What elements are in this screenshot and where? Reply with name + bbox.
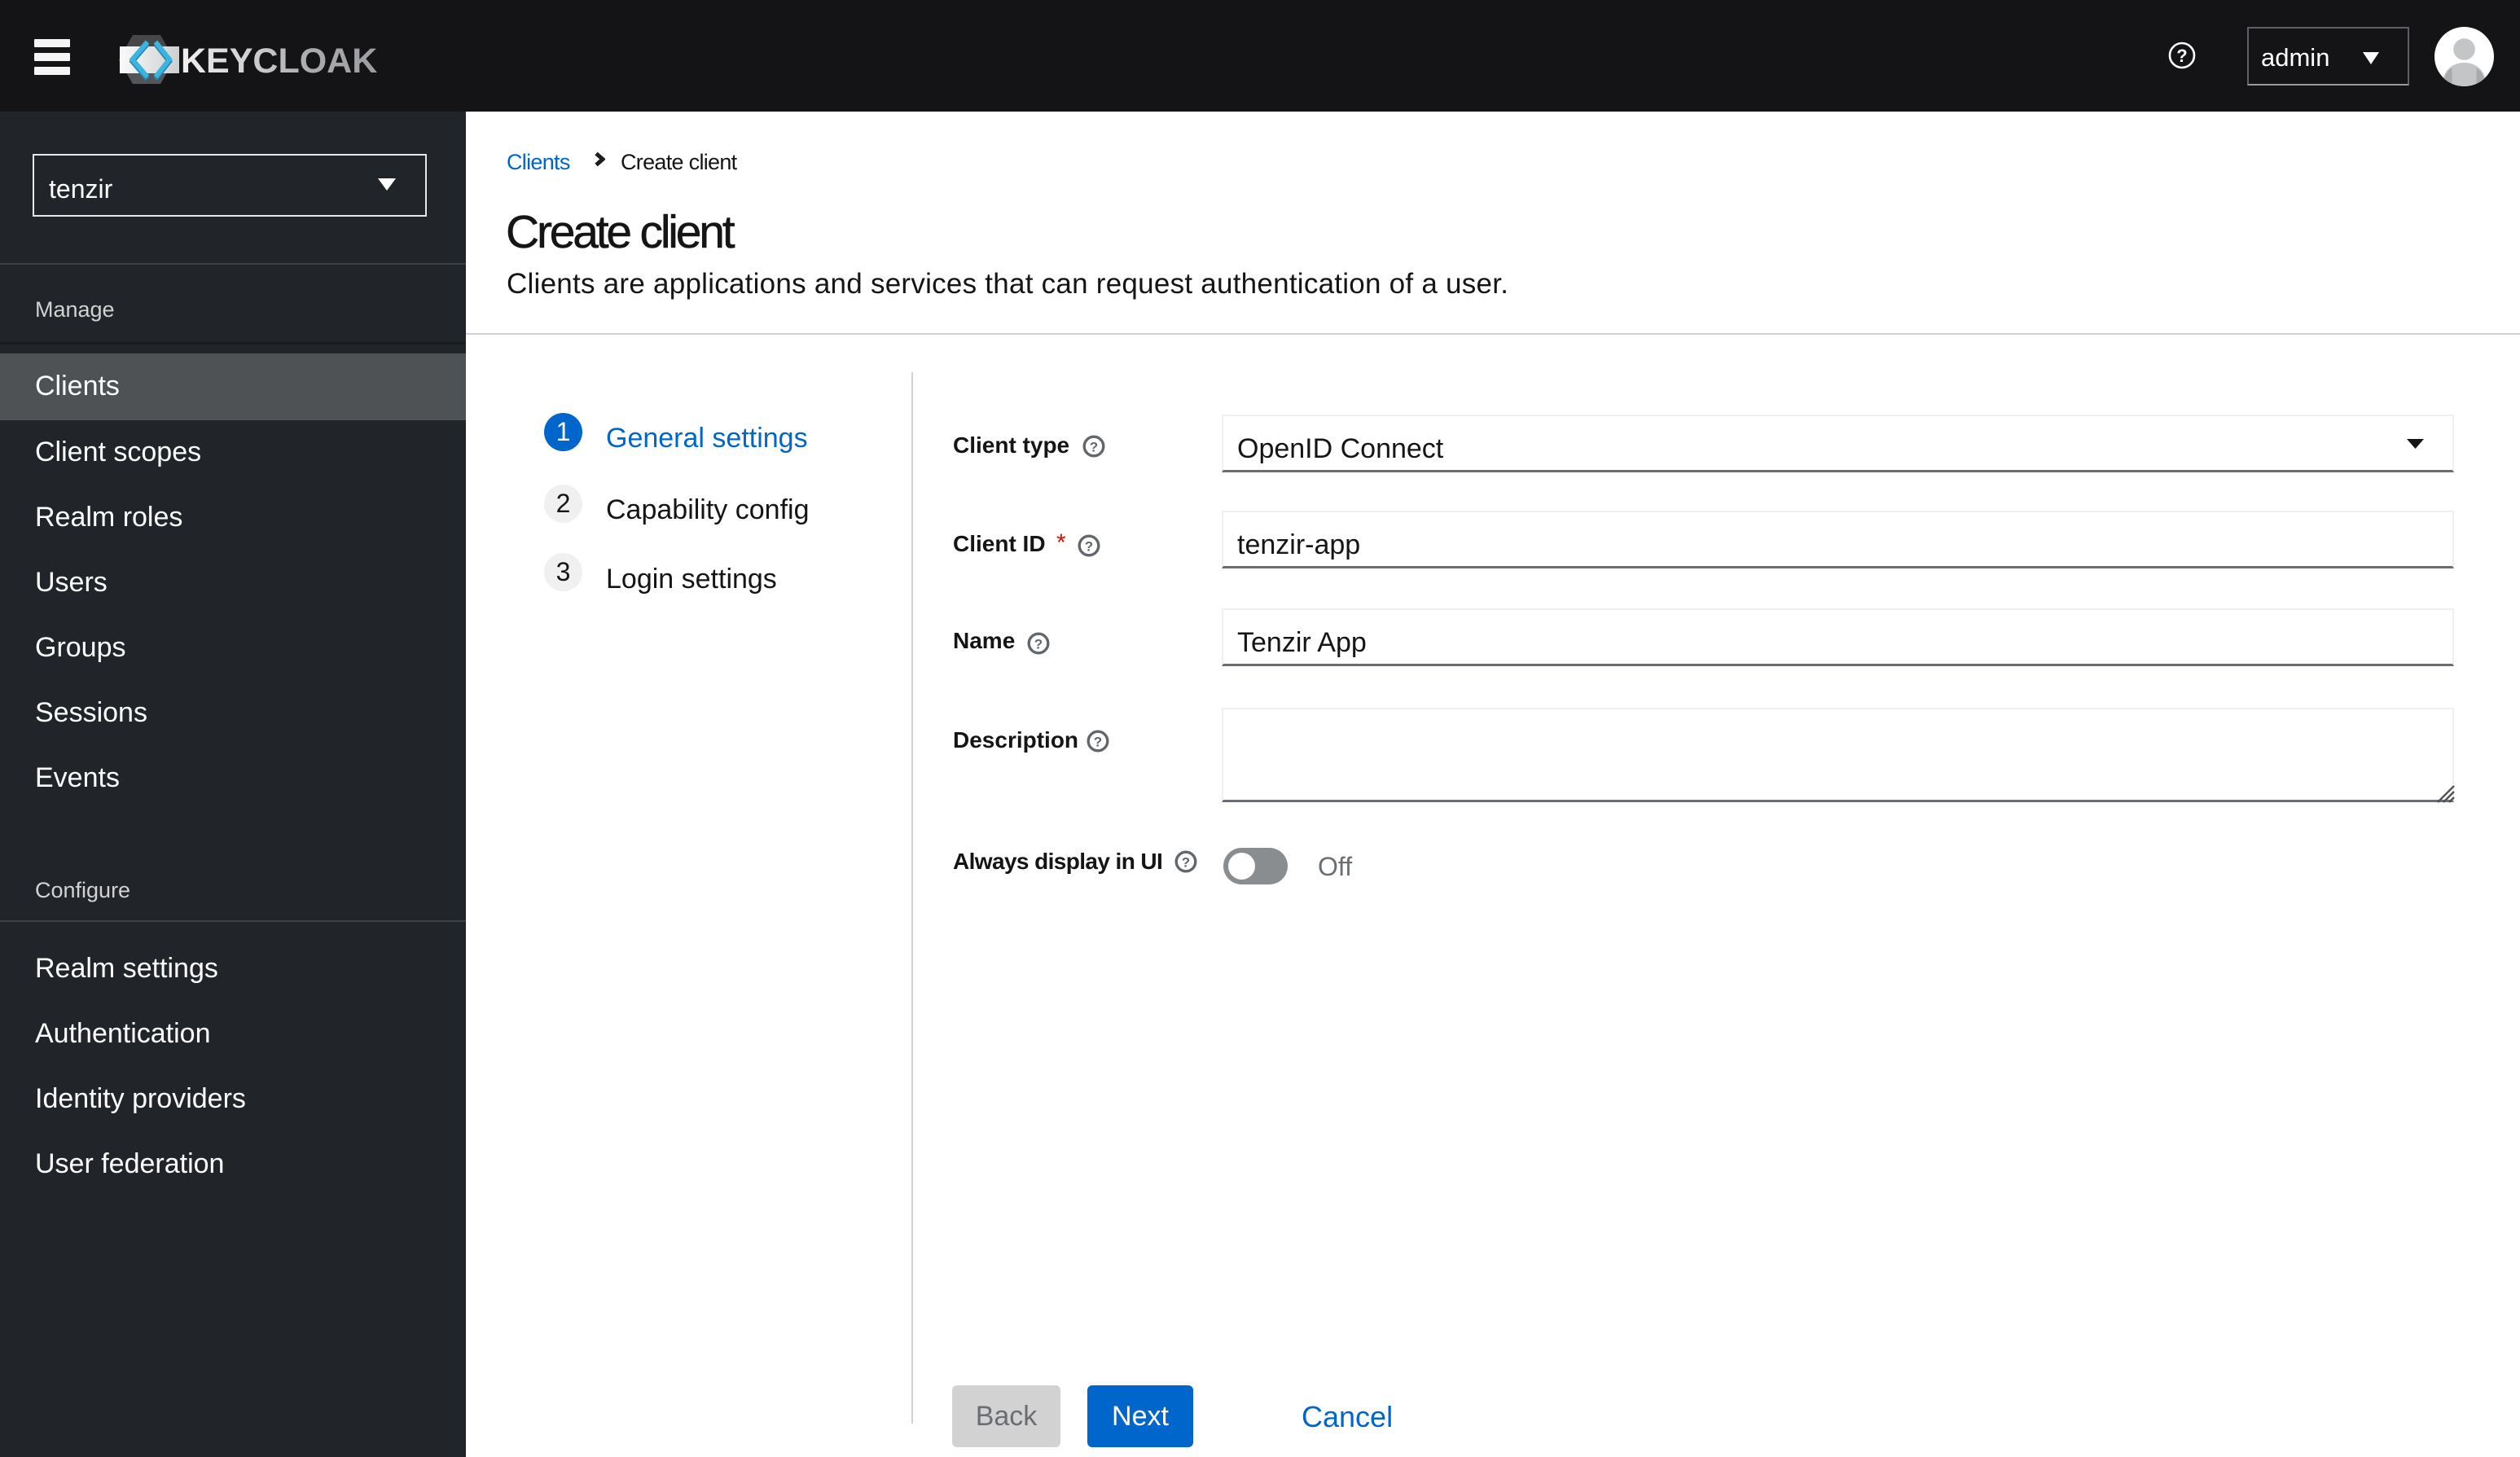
svg-text:?: ? [1182,855,1190,871]
svg-text:?: ? [1090,440,1098,455]
svg-text:?: ? [1094,735,1102,750]
svg-text:?: ? [1085,539,1093,555]
svg-text:?: ? [2176,46,2187,66]
svg-text:?: ? [1034,637,1043,652]
svg-text:KEYCLOAK: KEYCLOAK [181,42,377,81]
